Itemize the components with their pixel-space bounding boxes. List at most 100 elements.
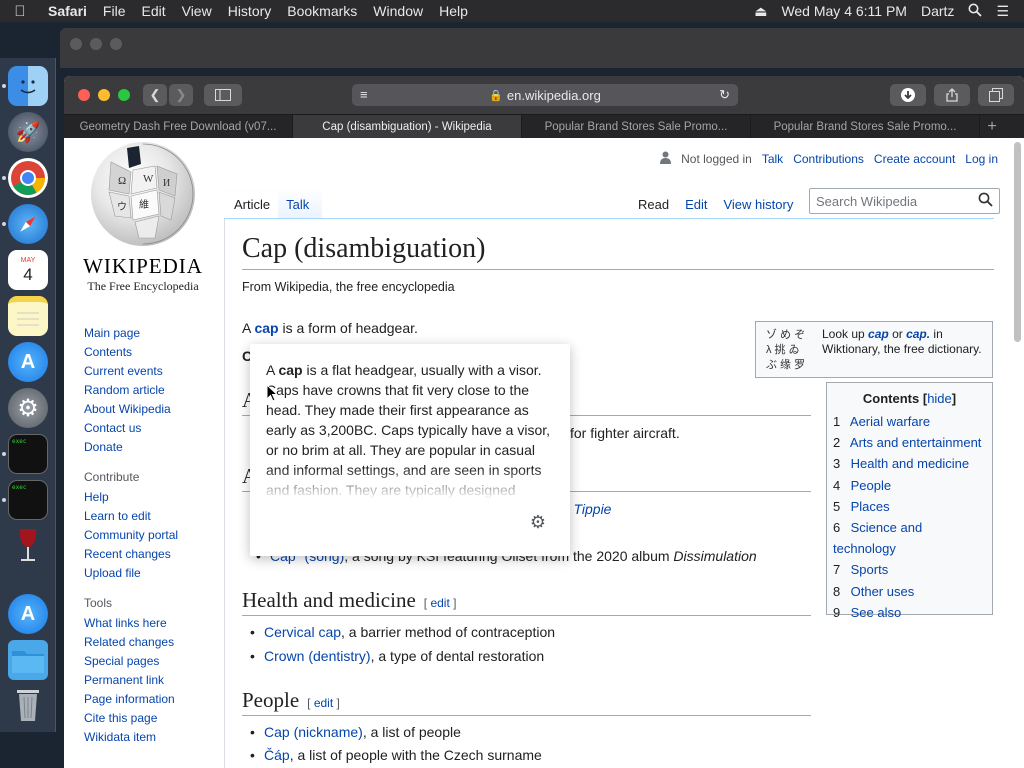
wine-icon[interactable]	[8, 526, 48, 566]
minimize-window-icon[interactable]	[98, 89, 110, 101]
menu-help[interactable]: Help	[431, 0, 476, 22]
toc-item[interactable]: 4 People	[833, 475, 986, 496]
eject-icon[interactable]: ⏏	[747, 3, 774, 20]
contributions-link[interactable]: Contributions	[793, 152, 864, 166]
folder-icon[interactable]	[8, 640, 48, 680]
tab-talk[interactable]: Talk	[278, 192, 317, 218]
tab-brand-stores-1[interactable]: Popular Brand Stores Sale Promo...	[522, 115, 751, 139]
nav-upload-file[interactable]: Upload file	[84, 564, 224, 583]
downloads-button[interactable]	[890, 84, 926, 106]
finder-icon[interactable]	[8, 66, 48, 106]
menubar-clock[interactable]: Wed May 4 6:11 PM	[774, 3, 914, 19]
toc-item[interactable]: 6 Science and technology	[833, 517, 986, 559]
sidebar-toggle-button[interactable]	[204, 84, 242, 106]
nav-donate[interactable]: Donate	[84, 438, 224, 457]
wikt-cap-link-2[interactable]: cap.	[906, 327, 930, 341]
create-account-link[interactable]: Create account	[874, 152, 955, 166]
tab-view-history[interactable]: View history	[715, 192, 801, 218]
toc-item[interactable]: 5 Places	[833, 496, 986, 517]
cap-nickname-link[interactable]: Cap (nickname)	[264, 724, 363, 740]
menu-file[interactable]: File	[95, 0, 134, 22]
nav-about-wikipedia[interactable]: About Wikipedia	[84, 400, 224, 419]
tab-edit[interactable]: Edit	[677, 192, 715, 218]
tool-special-pages[interactable]: Special pages	[84, 652, 224, 671]
nav-current-events[interactable]: Current events	[84, 362, 224, 381]
toc-item[interactable]: 9 See also	[833, 602, 986, 623]
page-preview-popup[interactable]: A cap is a flat headgear, usually with a…	[250, 344, 570, 556]
toc-link[interactable]: Aerial warfare	[850, 414, 930, 429]
tab-brand-stores-2[interactable]: Popular Brand Stores Sale Promo...	[751, 115, 980, 139]
nav-help[interactable]: Help	[84, 488, 224, 507]
wikipedia-logo[interactable]: Ω W И 維 ウ WIKIPEDIA The Free Encyclopedi…	[80, 142, 206, 294]
calendar-icon[interactable]: MAY 4	[8, 250, 48, 290]
toc-link[interactable]: Places	[851, 499, 890, 514]
tool-wikidata-item[interactable]: Wikidata item	[84, 728, 224, 747]
nav-random-article[interactable]: Random article	[84, 381, 224, 400]
toc-item[interactable]: 1 Aerial warfare	[833, 411, 986, 432]
trash-icon[interactable]	[8, 684, 48, 724]
edit-section-link[interactable]: edit	[314, 696, 333, 710]
system-preferences-icon[interactable]: ⚙	[8, 388, 48, 428]
terminal-icon[interactable]: exec	[8, 480, 48, 520]
terminal-icon[interactable]: exec	[8, 434, 48, 474]
toc-item[interactable]: 7 Sports	[833, 559, 986, 580]
new-tab-button[interactable]: +	[980, 115, 1004, 139]
cervical-cap-link[interactable]: Cervical cap	[264, 624, 341, 640]
menu-view[interactable]: View	[174, 0, 220, 22]
chrome-icon[interactable]	[8, 158, 48, 198]
toc-link[interactable]: Other uses	[851, 584, 915, 599]
user-talk-link[interactable]: Talk	[762, 152, 783, 166]
nav-contents[interactable]: Contents	[84, 343, 224, 362]
log-in-link[interactable]: Log in	[965, 152, 998, 166]
toc-item[interactable]: 2 Arts and entertainment	[833, 432, 986, 453]
toc-link[interactable]: Health and medicine	[851, 456, 970, 471]
nav-learn-to-edit[interactable]: Learn to edit	[84, 507, 224, 526]
menu-safari[interactable]: Safari	[40, 0, 95, 22]
tabs-overview-button[interactable]	[978, 84, 1014, 106]
tool-page-information[interactable]: Page information	[84, 690, 224, 709]
toc-link[interactable]: Sports	[851, 562, 889, 577]
search-input[interactable]: Search Wikipedia	[809, 188, 1000, 214]
tool-related-changes[interactable]: Related changes	[84, 633, 224, 652]
menu-edit[interactable]: Edit	[133, 0, 173, 22]
app-store-icon[interactable]: A	[8, 594, 48, 634]
tab-geometry-dash[interactable]: Geometry Dash Free Download (v07...	[64, 115, 293, 139]
page-scrollbar[interactable]	[1014, 142, 1021, 342]
toc-link[interactable]: See also	[851, 605, 902, 620]
menubar-user[interactable]: Dartz	[914, 3, 961, 19]
spotlight-icon[interactable]	[961, 3, 989, 20]
reader-icon[interactable]: ≡	[360, 87, 368, 102]
safari-icon[interactable]	[8, 204, 48, 244]
address-bar[interactable]: ≡ 🔒 en.wikipedia.org ↻	[352, 84, 738, 106]
toc-item[interactable]: 8 Other uses	[833, 581, 986, 602]
share-button[interactable]	[934, 84, 970, 106]
reload-icon[interactable]: ↻	[719, 87, 730, 103]
toc-hide-link[interactable]: hide	[927, 391, 952, 406]
tab-cap-disambiguation[interactable]: Cap (disambiguation) - Wikipedia	[293, 115, 522, 139]
menu-history[interactable]: History	[220, 0, 280, 22]
notes-icon[interactable]	[8, 296, 48, 336]
notification-center-icon[interactable]: ☰	[989, 3, 1016, 20]
wikt-cap-link[interactable]: cap	[868, 327, 889, 341]
nav-main-page[interactable]: Main page	[84, 324, 224, 343]
toc-link[interactable]: Science and technology	[833, 520, 922, 556]
tool-cite-this-page[interactable]: Cite this page	[84, 709, 224, 728]
toc-item[interactable]: 3 Health and medicine	[833, 453, 986, 474]
search-icon[interactable]	[978, 192, 993, 211]
nav-contact-us[interactable]: Contact us	[84, 419, 224, 438]
nav-recent-changes[interactable]: Recent changes	[84, 545, 224, 564]
gear-icon[interactable]: ⚙	[530, 512, 546, 533]
menu-bookmarks[interactable]: Bookmarks	[279, 0, 365, 22]
close-window-icon[interactable]	[78, 89, 90, 101]
toc-link[interactable]: Arts and entertainment	[850, 435, 982, 450]
zoom-window-icon[interactable]	[118, 89, 130, 101]
crown-dentistry-link[interactable]: Crown (dentistry)	[264, 648, 371, 664]
menu-window[interactable]: Window	[365, 0, 431, 22]
tab-article[interactable]: Article	[226, 192, 279, 218]
tool-permanent-link[interactable]: Permanent link	[84, 671, 224, 690]
back-button[interactable]: ❮	[143, 84, 167, 106]
tool-what-links-here[interactable]: What links here	[84, 614, 224, 633]
apple-menu-icon[interactable]: 	[0, 3, 40, 20]
forward-button[interactable]: ❯	[169, 84, 193, 106]
cap-link[interactable]: cap	[254, 320, 278, 336]
